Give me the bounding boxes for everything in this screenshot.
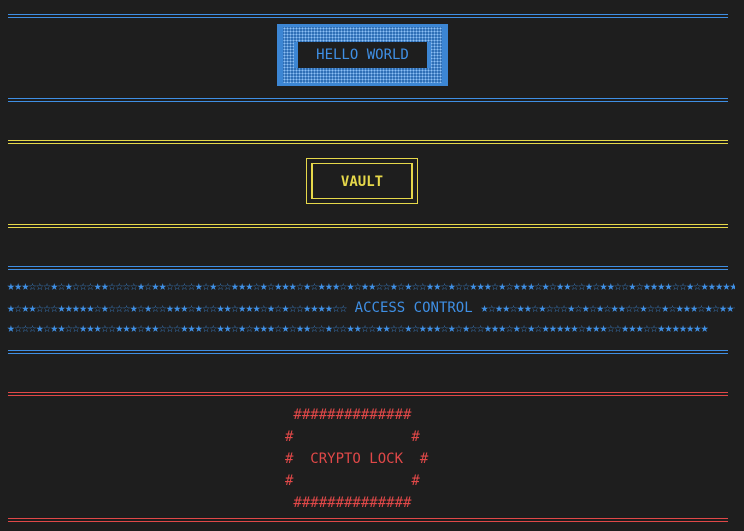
hash-line-bottom: ############## — [285, 495, 412, 511]
hash-line-top: ############## — [285, 407, 412, 423]
vault-inner-frame: VAULT — [311, 163, 413, 199]
crypto-lock-label: # CRYPTO LOCK # — [285, 451, 429, 467]
hello-world-banner: HELLO WORLD — [277, 24, 448, 86]
divider-access-top — [8, 264, 728, 272]
divider-red-bottom — [8, 516, 728, 524]
star-row-left: ★☆★★☆☆☆★★★★★☆★☆☆☆★☆★☆☆★★★☆★☆☆★★☆★★★☆★☆★☆… — [7, 301, 347, 316]
access-control-row: ★☆★★☆☆☆★★★★★☆★☆☆☆★☆★☆☆★★★☆★☆☆★★☆★★★☆★☆★☆… — [7, 299, 735, 317]
vault-box: VAULT — [306, 158, 418, 204]
star-row-top: ★★★☆☆☆★☆★☆☆☆★★☆☆☆☆★☆★★☆☆☆☆★☆★☆☆★★★☆★☆★★★… — [7, 279, 735, 294]
star-row-bottom: ★☆☆☆★☆★★☆☆★★★☆☆★★★☆★★☆☆☆★★★☆☆★★☆★☆★★★☆★☆… — [7, 321, 709, 336]
divider-access-bottom — [8, 348, 728, 356]
crypto-lock-box: ############## # # # CRYPTO LOCK # # # ####… — [285, 404, 445, 514]
vault-label: VAULT — [340, 174, 384, 190]
star-row-right: ★☆★★☆★★☆★☆☆☆★☆★☆★☆★★☆☆★☆☆★☆★★★☆★☆★★☆☆★☆★… — [480, 301, 735, 316]
access-control-label: ACCESS CONTROL — [354, 300, 473, 316]
hello-world-label: HELLO WORLD — [294, 42, 431, 68]
divider-yellow-top — [8, 138, 728, 146]
divider-blue-top — [8, 12, 728, 20]
hash-line-upper: # # — [285, 429, 420, 445]
divider-yellow-bottom — [8, 222, 728, 230]
divider-red-top — [8, 390, 728, 398]
hash-line-lower: # # — [285, 473, 420, 489]
divider-blue-bottom — [8, 96, 728, 104]
